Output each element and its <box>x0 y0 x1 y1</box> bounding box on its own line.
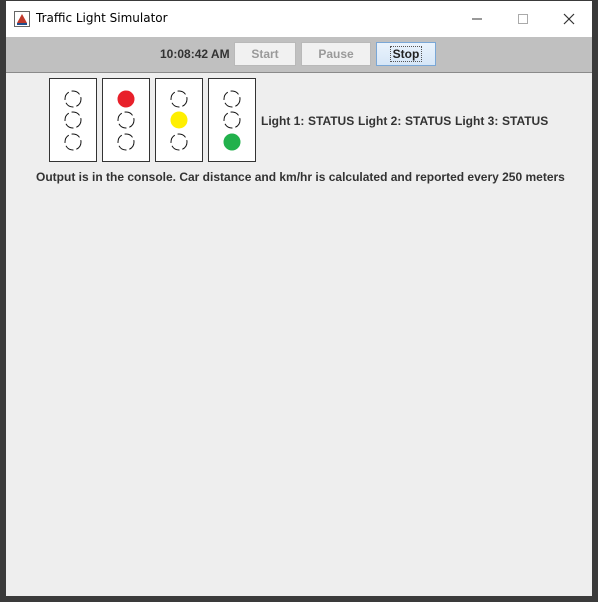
traffic-light-0 <box>49 78 97 162</box>
green-lamp <box>170 133 188 151</box>
green-lamp <box>223 133 241 151</box>
traffic-light-3 <box>208 78 256 162</box>
traffic-light-1-lamps <box>117 90 135 151</box>
green-lamp <box>117 133 135 151</box>
maximize-icon <box>518 14 528 24</box>
light3-label: Light 3: <box>455 114 499 128</box>
green-lamp <box>64 133 82 151</box>
traffic-light-1 <box>102 78 150 162</box>
close-button[interactable] <box>546 1 592 37</box>
light1-label: Light 1: <box>261 114 305 128</box>
traffic-light-0-lamps <box>64 90 82 151</box>
minimize-button[interactable] <box>454 1 500 37</box>
light2-label: Light 2: <box>358 114 402 128</box>
title-bar[interactable]: Traffic Light Simulator <box>6 1 592 37</box>
minimize-icon <box>472 18 482 20</box>
yellow-lamp <box>117 111 135 129</box>
light3-status: STATUS <box>502 114 549 128</box>
clock-display: 10:08:42 AM <box>160 47 230 61</box>
pause-button[interactable]: Pause <box>301 42 371 66</box>
red-lamp <box>170 90 188 108</box>
traffic-light-2-lamps <box>170 90 188 151</box>
app-window: Traffic Light Simulator 10:08:42 AM Star… <box>0 0 598 602</box>
red-lamp <box>117 90 135 108</box>
red-lamp <box>64 90 82 108</box>
yellow-lamp <box>223 111 241 129</box>
yellow-lamp <box>170 111 188 129</box>
maximize-button[interactable] <box>500 1 546 37</box>
light2-status: STATUS <box>405 114 452 128</box>
start-button[interactable]: Start <box>234 42 296 66</box>
toolbar: 10:08:42 AM Start Pause Stop <box>6 37 592 73</box>
console-message: Output is in the console. Car distance a… <box>36 170 565 184</box>
main-panel: Light 1: STATUS Light 2: STATUS Light 3:… <box>6 73 592 596</box>
window-title: Traffic Light Simulator <box>36 11 168 25</box>
stop-button-label: Stop <box>389 46 423 62</box>
traffic-light-2 <box>155 78 203 162</box>
yellow-lamp <box>64 111 82 129</box>
red-lamp <box>223 90 241 108</box>
traffic-light-3-lamps <box>223 90 241 151</box>
light1-status: STATUS <box>308 114 355 128</box>
stop-button[interactable]: Stop <box>376 42 436 66</box>
java-app-icon <box>14 11 30 27</box>
close-icon <box>563 13 575 25</box>
